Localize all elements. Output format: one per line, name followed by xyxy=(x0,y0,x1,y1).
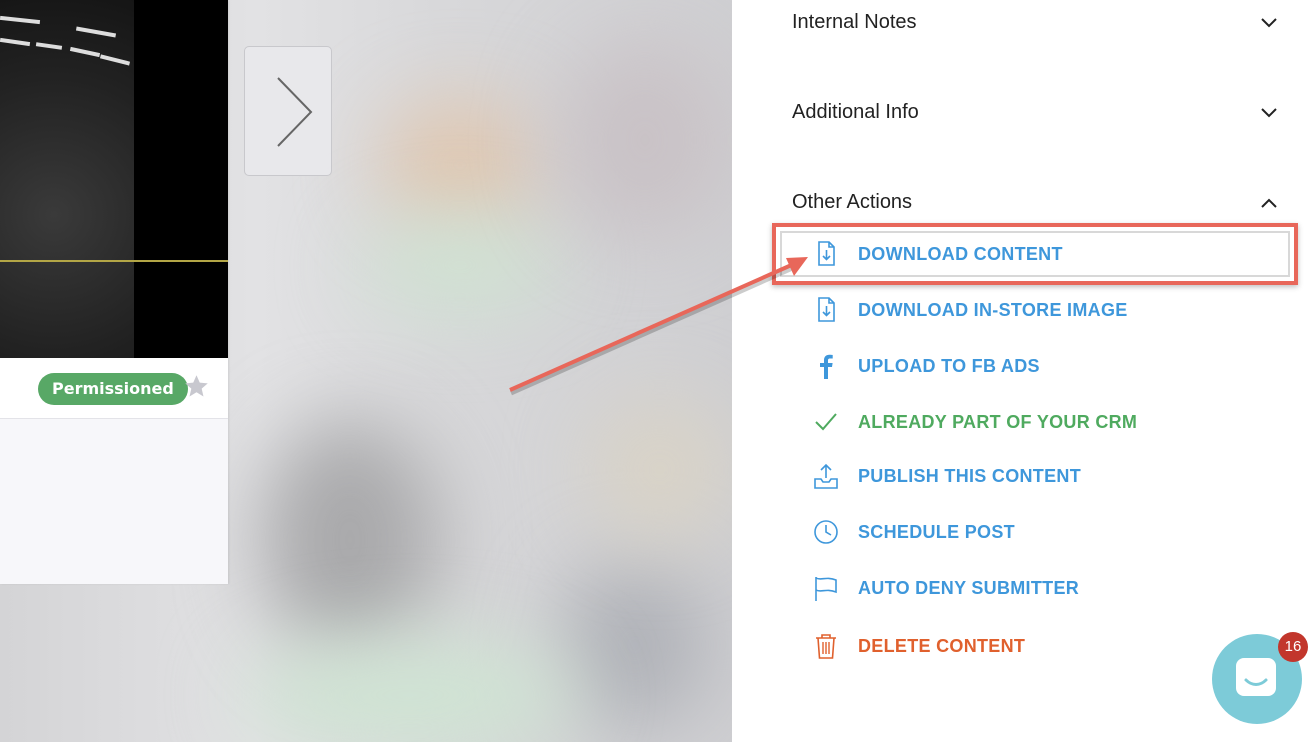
media-card: Permissioned xyxy=(0,0,228,584)
action-label: DELETE CONTENT xyxy=(858,636,1026,656)
action-label: ALREADY PART OF YOUR CRM xyxy=(858,412,1138,432)
action-label: SCHEDULE POST xyxy=(858,522,1015,542)
section-internal-notes[interactable]: Internal Notes xyxy=(792,2,1278,42)
action-label: UPLOAD TO FB ADS xyxy=(858,356,1040,376)
action-label: AUTO DENY SUBMITTER xyxy=(858,578,1080,598)
action-label: PUBLISH THIS CONTENT xyxy=(858,466,1082,486)
flag-icon xyxy=(815,577,837,601)
chat-bubble-icon xyxy=(1236,658,1276,696)
chevron-up-icon xyxy=(1261,198,1277,208)
download-file-icon xyxy=(818,297,835,322)
upload-to-fb-ads-action[interactable]: UPLOAD TO FB ADS xyxy=(812,346,1272,386)
facebook-icon xyxy=(820,354,833,379)
trash-icon xyxy=(816,634,836,659)
section-title: Other Actions xyxy=(792,191,913,213)
section-other-actions[interactable]: Other Actions xyxy=(792,182,1278,222)
already-part-of-crm-action[interactable]: ALREADY PART OF YOUR CRM xyxy=(812,402,1272,442)
card-footer: Permissioned xyxy=(0,358,228,419)
content-photo[interactable] xyxy=(0,0,228,358)
auto-deny-submitter-action[interactable]: AUTO DENY SUBMITTER xyxy=(812,568,1272,608)
action-label: DOWNLOAD IN-STORE IMAGE xyxy=(858,300,1128,320)
next-media-button[interactable] xyxy=(244,46,332,176)
chat-unread-badge: 16 xyxy=(1278,632,1308,662)
upload-tray-icon xyxy=(814,463,838,489)
chevron-down-icon xyxy=(1261,18,1277,28)
annotation-highlight-box xyxy=(772,223,1298,285)
section-title: Additional Info xyxy=(792,101,919,123)
star-icon[interactable] xyxy=(183,373,210,400)
delete-content-action[interactable]: DELETE CONTENT xyxy=(812,626,1272,666)
section-title: Internal Notes xyxy=(792,11,917,33)
checkmark-icon xyxy=(815,413,837,431)
permissioned-badge: Permissioned xyxy=(38,373,188,405)
chevron-down-icon xyxy=(1261,108,1277,118)
download-in-store-image-action[interactable]: DOWNLOAD IN-STORE IMAGE xyxy=(812,290,1272,330)
publish-this-content-action[interactable]: PUBLISH THIS CONTENT xyxy=(812,456,1272,496)
detail-panel: Internal Notes Additional Info Other Act… xyxy=(732,0,1316,742)
schedule-post-action[interactable]: SCHEDULE POST xyxy=(812,512,1272,552)
section-additional-info[interactable]: Additional Info xyxy=(792,92,1278,132)
clock-icon xyxy=(814,520,838,544)
chevron-right-icon xyxy=(277,77,313,147)
